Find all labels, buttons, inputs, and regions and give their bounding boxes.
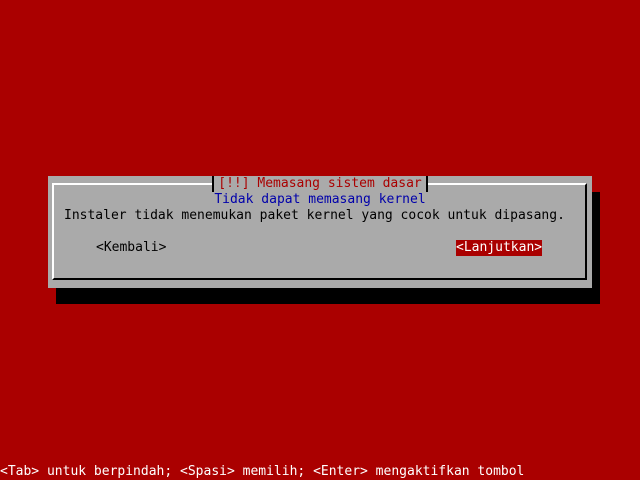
error-dialog: [!!] Memasang sistem dasar Tidak dapat m… xyxy=(48,176,592,288)
continue-button[interactable]: <Lanjutkan> xyxy=(456,240,543,256)
back-button[interactable]: <Kembali> xyxy=(96,240,166,256)
dialog-title-bar: [!!] Memasang sistem dasar xyxy=(48,176,592,192)
keyboard-help-line: <Tab> untuk berpindah; <Spasi> memilih; … xyxy=(0,464,525,479)
dialog-title: [!!] Memasang sistem dasar xyxy=(212,176,428,192)
dialog-subtitle: Tidak dapat memasang kernel xyxy=(214,192,426,207)
installer-screen: [!!] Memasang sistem dasar Tidak dapat m… xyxy=(0,0,640,480)
dialog-message: Instaler tidak menemukan paket kernel ya… xyxy=(64,208,565,223)
